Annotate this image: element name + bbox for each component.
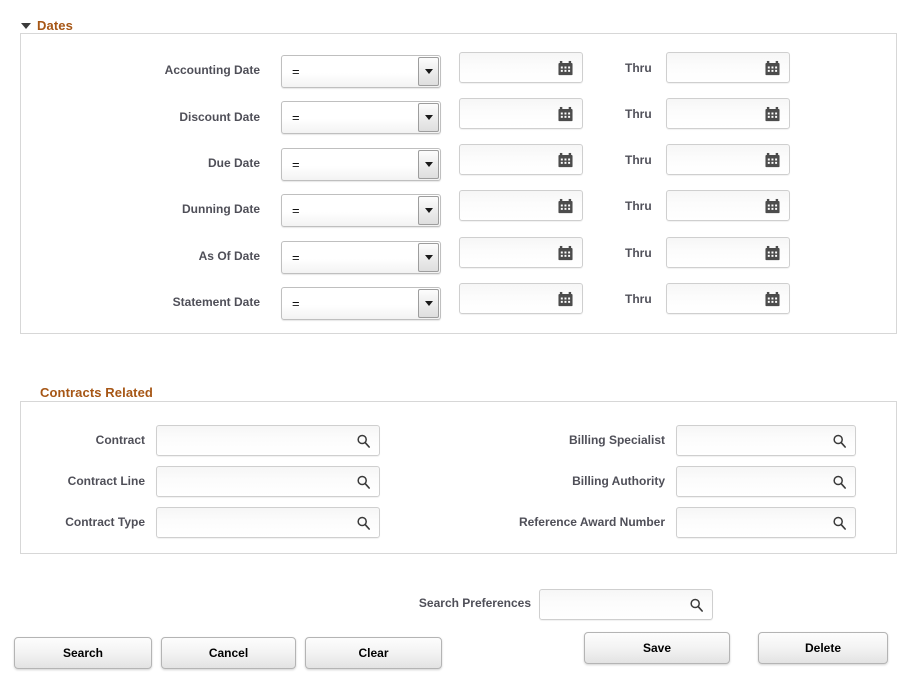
field-label-statement-date: Statement Date	[150, 296, 260, 308]
calendar-icon[interactable]	[558, 60, 573, 75]
field-label-contract-type: Contract Type	[45, 516, 145, 528]
search-button[interactable]: Search	[14, 637, 152, 669]
field-label-reference-award-number: Reference Award Number	[460, 516, 665, 528]
date-to-due-date[interactable]	[666, 144, 790, 175]
thru-label-statement-date: Thru	[625, 293, 652, 305]
operator-select-due-date[interactable]: =	[281, 148, 441, 181]
calendar-icon[interactable]	[558, 152, 573, 167]
search-preferences-input[interactable]	[540, 590, 712, 619]
field-label-accounting-date: Accounting Date	[150, 64, 260, 76]
reference-award-number-input[interactable]	[677, 508, 855, 537]
date-to-statement-date[interactable]	[666, 283, 790, 314]
field-label-contract-line: Contract Line	[45, 475, 145, 487]
date-to-dunning-date[interactable]	[666, 190, 790, 221]
operator-select-value: =	[282, 297, 300, 310]
date-from-statement-date[interactable]	[459, 283, 583, 314]
date-to-discount-date[interactable]	[666, 98, 790, 129]
triangle-down-icon[interactable]	[21, 23, 31, 29]
calendar-icon[interactable]	[765, 60, 780, 75]
calendar-icon[interactable]	[765, 198, 780, 213]
operator-select-statement-date[interactable]: =	[281, 287, 441, 320]
operator-select-value: =	[282, 204, 300, 217]
date-to-as-of-date[interactable]	[666, 237, 790, 268]
date-to-accounting-date[interactable]	[666, 52, 790, 83]
contracts-section-title: Contracts Related	[40, 385, 153, 400]
lookup-field-reference-award-number[interactable]	[676, 507, 856, 538]
billing-authority-input[interactable]	[677, 467, 855, 496]
lookup-field-contract-line[interactable]	[156, 466, 380, 497]
thru-label-as-of-date: Thru	[625, 247, 652, 259]
operator-select-discount-date[interactable]: =	[281, 101, 441, 134]
search-icon[interactable]	[356, 474, 371, 489]
lookup-field-contract[interactable]	[156, 425, 380, 456]
calendar-icon[interactable]	[558, 106, 573, 121]
search-preferences-field[interactable]	[539, 589, 713, 620]
chevron-down-icon[interactable]	[418, 103, 439, 132]
calendar-icon[interactable]	[765, 291, 780, 306]
calendar-icon[interactable]	[558, 198, 573, 213]
chevron-down-icon[interactable]	[418, 196, 439, 225]
field-label-billing-authority: Billing Authority	[460, 475, 665, 487]
billing-specialist-input[interactable]	[677, 426, 855, 455]
date-from-dunning-date[interactable]	[459, 190, 583, 221]
contract-line-input[interactable]	[157, 467, 379, 496]
date-from-due-date[interactable]	[459, 144, 583, 175]
field-label-as-of-date: As Of Date	[150, 250, 260, 262]
calendar-icon[interactable]	[558, 245, 573, 260]
contract-input[interactable]	[157, 426, 379, 455]
date-from-as-of-date[interactable]	[459, 237, 583, 268]
search-icon[interactable]	[689, 597, 704, 612]
operator-select-dunning-date[interactable]: =	[281, 194, 441, 227]
thru-label-discount-date: Thru	[625, 108, 652, 120]
date-from-accounting-date[interactable]	[459, 52, 583, 83]
field-label-contract: Contract	[45, 434, 145, 446]
search-preferences-label: Search Preferences	[386, 597, 531, 609]
calendar-icon[interactable]	[765, 152, 780, 167]
date-from-discount-date[interactable]	[459, 98, 583, 129]
thru-label-dunning-date: Thru	[625, 200, 652, 212]
chevron-down-icon[interactable]	[418, 150, 439, 179]
operator-select-accounting-date[interactable]: =	[281, 55, 441, 88]
field-label-dunning-date: Dunning Date	[150, 203, 260, 215]
clear-button[interactable]: Clear	[305, 637, 442, 669]
search-icon[interactable]	[356, 515, 371, 530]
lookup-field-billing-specialist[interactable]	[676, 425, 856, 456]
calendar-icon[interactable]	[558, 291, 573, 306]
thru-label-due-date: Thru	[625, 154, 652, 166]
cancel-button[interactable]: Cancel	[161, 637, 296, 669]
lookup-field-billing-authority[interactable]	[676, 466, 856, 497]
operator-select-value: =	[282, 111, 300, 124]
chevron-down-icon[interactable]	[418, 289, 439, 318]
dates-section-title: Dates	[37, 18, 73, 33]
chevron-down-icon[interactable]	[418, 243, 439, 272]
field-label-billing-specialist: Billing Specialist	[460, 434, 665, 446]
contracts-section-header: Contracts Related	[0, 381, 153, 403]
contract-type-input[interactable]	[157, 508, 379, 537]
thru-label-accounting-date: Thru	[625, 62, 652, 74]
lookup-field-contract-type[interactable]	[156, 507, 380, 538]
operator-select-value: =	[282, 158, 300, 171]
search-icon[interactable]	[832, 515, 847, 530]
search-icon[interactable]	[832, 474, 847, 489]
delete-button[interactable]: Delete	[758, 632, 888, 664]
search-icon[interactable]	[832, 433, 847, 448]
chevron-down-icon[interactable]	[418, 57, 439, 86]
operator-select-value: =	[282, 65, 300, 78]
operator-select-value: =	[282, 251, 300, 264]
field-label-discount-date: Discount Date	[150, 111, 260, 123]
save-button[interactable]: Save	[584, 632, 730, 664]
search-icon[interactable]	[356, 433, 371, 448]
calendar-icon[interactable]	[765, 245, 780, 260]
operator-select-as-of-date[interactable]: =	[281, 241, 441, 274]
calendar-icon[interactable]	[765, 106, 780, 121]
field-label-due-date: Due Date	[150, 157, 260, 169]
